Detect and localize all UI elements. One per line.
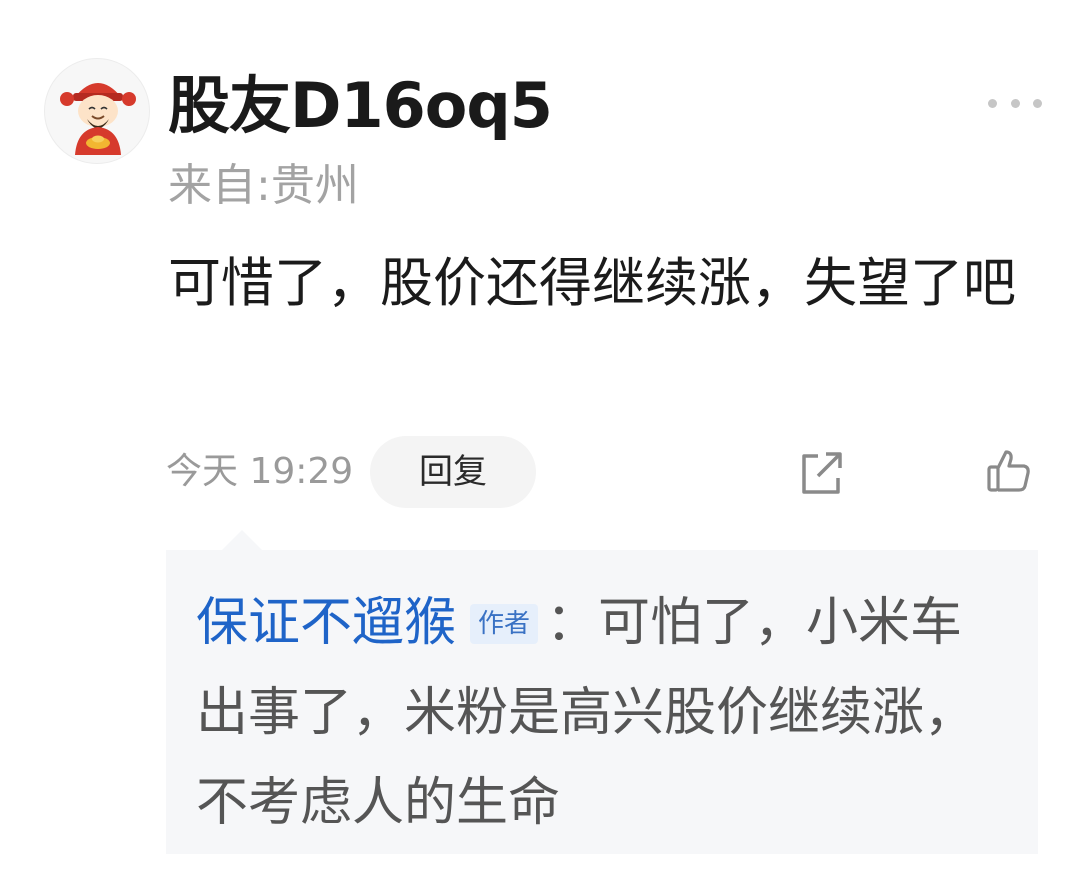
username[interactable]: 股友D16oq5 bbox=[168, 66, 553, 146]
author-badge: 作者 bbox=[470, 604, 539, 644]
avatar[interactable] bbox=[44, 58, 150, 164]
more-options-button[interactable] bbox=[984, 86, 1046, 120]
timestamp: 今天 19:29 bbox=[166, 451, 354, 492]
comment-page: 股友D16oq5 来自:贵州 可惜了，股价还得继续涨，失望了吧 今天 19:29… bbox=[0, 0, 1084, 888]
location-label: 来自:贵州 bbox=[168, 160, 359, 211]
more-dots-icon bbox=[1010, 98, 1020, 108]
reply-pointer bbox=[222, 530, 262, 550]
more-dots-icon bbox=[988, 98, 997, 108]
comment-text: 可惜了，股价还得继续涨，失望了吧 bbox=[168, 253, 1016, 314]
reply-author-link[interactable]: 保证不遛猴 bbox=[196, 593, 456, 653]
god-of-wealth-icon bbox=[60, 83, 136, 155]
more-dots-icon bbox=[1033, 98, 1042, 108]
reply-button[interactable]: 回复 bbox=[370, 436, 536, 508]
share-button[interactable] bbox=[796, 448, 846, 498]
reply-content: 保证不遛猴 作者 ：可怕了，小米车出事了，米粉是高兴股价继续涨，不考虑人的生命 bbox=[196, 578, 1008, 848]
share-icon bbox=[802, 452, 842, 494]
reply-separator: ： bbox=[546, 593, 599, 653]
like-button[interactable] bbox=[984, 446, 1034, 496]
thumbs-up-icon bbox=[987, 450, 1030, 492]
